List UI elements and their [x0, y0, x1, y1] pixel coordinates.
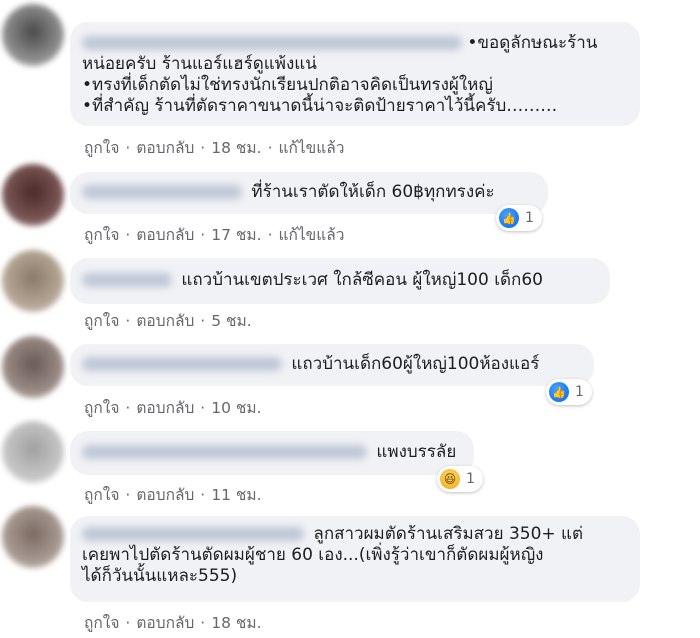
reaction-badge[interactable]: 👍 1 — [546, 379, 592, 405]
comment-line: ลูกสาวผมตัดร้านเสริมสวย 350+ แต่ — [82, 524, 640, 545]
comment-actions: ถูกใจ · ตอบกลับ · 18 ชม. — [84, 614, 262, 632]
edited-label[interactable]: แก้ไขแล้ว — [279, 226, 345, 244]
comment-bubble: แถวบ้านเขตประเวศ ใกล้ซีคอน ผู้ใหญ่100 เด… — [70, 258, 610, 304]
comment-bubble: •ขอดูลักษณะร้าน หน่อยครับ ร้านแอร์แฮร์ดู… — [70, 22, 640, 126]
commenter-name[interactable] — [82, 357, 282, 371]
like-link[interactable]: ถูกใจ — [84, 312, 119, 330]
comment-line: แพงบรรลัย — [82, 442, 474, 463]
reply-link[interactable]: ตอบกลับ — [136, 226, 194, 244]
reply-link[interactable]: ตอบกลับ — [136, 139, 194, 157]
comment-text: เคยพาไปตัดร้านตัดผมผู้ชาย 60 เอง...(เพิ่… — [82, 545, 544, 565]
reply-link[interactable]: ตอบกลับ — [136, 614, 194, 632]
reaction-badge[interactable]: 😆 1 — [437, 466, 483, 492]
comment-line: ที่ร้านเราตัดให้เด็ก 60฿ทุกทรงค่ะ — [82, 182, 548, 203]
like-icon: 👍 — [549, 382, 569, 402]
avatar[interactable] — [2, 250, 64, 312]
like-icon: 👍 — [499, 208, 519, 228]
commenter-name[interactable] — [82, 185, 242, 199]
reaction-count: 1 — [575, 384, 584, 400]
like-link[interactable]: ถูกใจ — [84, 486, 119, 504]
timestamp[interactable]: 5 ชม. — [211, 312, 251, 330]
like-link[interactable]: ถูกใจ — [84, 614, 119, 632]
avatar[interactable] — [2, 421, 64, 483]
like-link[interactable]: ถูกใจ — [84, 139, 119, 157]
timestamp[interactable]: 18 ชม. — [211, 614, 261, 632]
comment-bubble: แถวบ้านเด็ก60ผู้ใหญ่100ห้องแอร์ — [70, 344, 594, 386]
comment-actions: ถูกใจ · ตอบกลับ · 10 ชม. — [84, 399, 262, 417]
comment-text: •ทรงที่เด็กตัดไม่ใช่ทรงนักเรียนปกติอาจคิ… — [82, 75, 493, 95]
comment-actions: ถูกใจ · ตอบกลับ · 18 ชม. · แก้ไขแล้ว — [84, 139, 345, 157]
reaction-count: 1 — [525, 210, 534, 226]
comment-line: •ขอดูลักษณะร้าน — [82, 33, 640, 54]
commenter-name[interactable] — [82, 527, 304, 541]
comment-text: แถวบ้านเขตประเวศ ใกล้ซีคอน ผู้ใหญ่100 เด… — [181, 270, 543, 290]
reply-link[interactable]: ตอบกลับ — [136, 486, 194, 504]
comment-text: •ที่สำคัญ ร้านที่ตัดราคาขนาดนี้น่าจะติดป… — [82, 96, 558, 116]
comment-text: หน่อยครับ ร้านแอร์แฮร์ดูแพ้งแน่ — [82, 54, 317, 74]
avatar[interactable] — [2, 164, 64, 226]
timestamp[interactable]: 11 ชม. — [211, 486, 261, 504]
comment-bubble: ที่ร้านเราตัดให้เด็ก 60฿ทุกทรงค่ะ — [70, 172, 548, 214]
comment-actions: ถูกใจ · ตอบกลับ · 17 ชม. · แก้ไขแล้ว — [84, 226, 345, 244]
timestamp[interactable]: 10 ชม. — [211, 399, 261, 417]
comment-text: แพงบรรลัย — [376, 442, 457, 462]
commenter-name[interactable] — [82, 273, 172, 287]
comment-line: แถวบ้านเขตประเวศ ใกล้ซีคอน ผู้ใหญ่100 เด… — [82, 270, 610, 291]
comment-actions: ถูกใจ · ตอบกลับ · 5 ชม. — [84, 312, 252, 330]
comment-bubble: ลูกสาวผมตัดร้านเสริมสวย 350+ แต่ เคยพาไป… — [70, 516, 640, 602]
comment-bubble: แพงบรรลัย — [70, 431, 474, 475]
comment-text: ที่ร้านเราตัดให้เด็ก 60฿ทุกทรงค่ะ — [251, 182, 495, 202]
comment-text: •ขอดูลักษณะร้าน — [467, 33, 598, 53]
reply-link[interactable]: ตอบกลับ — [136, 312, 194, 330]
reaction-badge[interactable]: 👍 1 — [496, 205, 542, 231]
reply-link[interactable]: ตอบกลับ — [136, 399, 194, 417]
reaction-count: 1 — [466, 471, 475, 487]
like-link[interactable]: ถูกใจ — [84, 399, 119, 417]
avatar[interactable] — [2, 336, 64, 398]
edited-label[interactable]: แก้ไขแล้ว — [279, 139, 345, 157]
like-link[interactable]: ถูกใจ — [84, 226, 119, 244]
avatar[interactable] — [2, 506, 64, 568]
comment-text: แถวบ้านเด็ก60ผู้ใหญ่100ห้องแอร์ — [291, 354, 540, 374]
commenter-name[interactable] — [82, 445, 367, 459]
timestamp[interactable]: 17 ชม. — [211, 226, 261, 244]
haha-icon: 😆 — [440, 469, 460, 489]
comment-actions: ถูกใจ · ตอบกลับ · 11 ชม. — [84, 486, 262, 504]
commenter-name[interactable] — [82, 36, 462, 50]
comment-text: ลูกสาวผมตัดร้านเสริมสวย 350+ แต่ — [313, 524, 584, 544]
comment-line: แถวบ้านเด็ก60ผู้ใหญ่100ห้องแอร์ — [82, 354, 594, 375]
avatar[interactable] — [2, 4, 64, 66]
comment-text: ได้ก็วันนั้นแหละ555) — [82, 566, 238, 586]
timestamp[interactable]: 18 ชม. — [211, 139, 261, 157]
